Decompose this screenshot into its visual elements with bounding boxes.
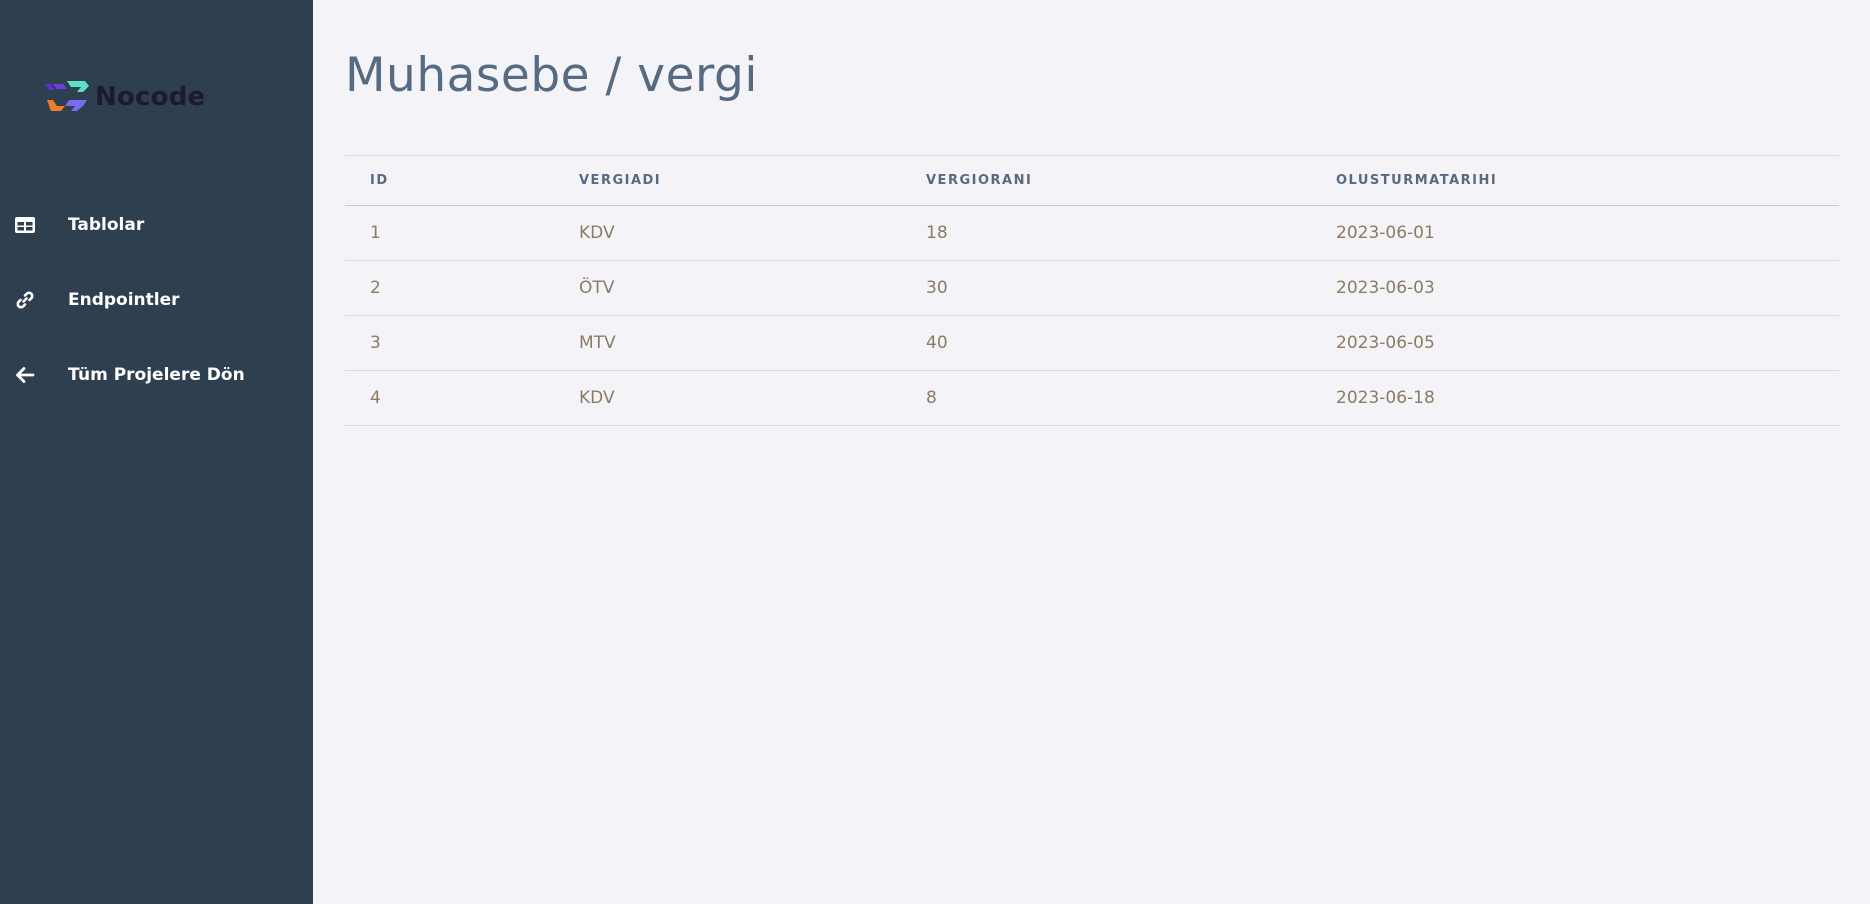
sidebar: Nocode Tablolar Endpointler Tüm Projeler… [0, 0, 313, 904]
cell-id: 2 [345, 260, 554, 316]
cell-vergiadi: MTV [554, 315, 901, 371]
table-header-row: ID VERGIADI VERGIORANI OLUSTURMATARIHI [345, 155, 1839, 206]
sidebar-item-label: Endpointler [68, 290, 180, 310]
column-header-id[interactable]: ID [345, 155, 554, 206]
table-row[interactable]: 1 KDV 18 2023-06-01 [345, 205, 1839, 261]
cell-vergiadi: ÖTV [554, 260, 901, 316]
cell-olusturmatarihi: 2023-06-01 [1311, 205, 1839, 261]
page-title: Muhasebe / vergi [345, 48, 758, 103]
cell-olusturmatarihi: 2023-06-05 [1311, 315, 1839, 371]
cell-id: 1 [345, 205, 554, 261]
cell-vergiorani: 8 [901, 370, 1311, 426]
data-table: ID VERGIADI VERGIORANI OLUSTURMATARIHI 1… [345, 155, 1839, 426]
column-header-vergiorani[interactable]: VERGIORANI [901, 155, 1311, 206]
cell-vergiorani: 18 [901, 205, 1311, 261]
table-row[interactable]: 4 KDV 8 2023-06-18 [345, 370, 1839, 426]
sidebar-item-label: Tablolar [68, 215, 145, 235]
link-icon [14, 289, 36, 311]
sidebar-item-label: Tüm Projelere Dön [68, 365, 245, 385]
cell-olusturmatarihi: 2023-06-18 [1311, 370, 1839, 426]
column-header-olusturmatarihi[interactable]: OLUSTURMATARIHI [1311, 155, 1839, 206]
cell-vergiorani: 30 [901, 260, 1311, 316]
logo-text: Nocode [95, 82, 206, 112]
cell-olusturmatarihi: 2023-06-03 [1311, 260, 1839, 316]
cell-vergiorani: 40 [901, 315, 1311, 371]
cell-vergiadi: KDV [554, 205, 901, 261]
nocode-logo-icon [43, 76, 91, 118]
sidebar-nav: Tablolar Endpointler Tüm Projelere Dön [0, 201, 313, 426]
table-row[interactable]: 3 MTV 40 2023-06-05 [345, 315, 1839, 371]
cell-id: 3 [345, 315, 554, 371]
main-content: Muhasebe / vergi ID VERGIADI VERGIORANI … [313, 0, 1870, 904]
sidebar-item-endpointler[interactable]: Endpointler [0, 276, 313, 324]
table-row[interactable]: 2 ÖTV 30 2023-06-03 [345, 260, 1839, 316]
column-header-vergiadi[interactable]: VERGIADI [554, 155, 901, 206]
cell-vergiadi: KDV [554, 370, 901, 426]
table-icon [14, 214, 36, 236]
arrow-left-icon [14, 364, 36, 386]
sidebar-item-tum-projelere-don[interactable]: Tüm Projelere Dön [0, 351, 313, 399]
cell-id: 4 [345, 370, 554, 426]
sidebar-item-tablolar[interactable]: Tablolar [0, 201, 313, 249]
app-logo[interactable]: Nocode [43, 76, 205, 118]
